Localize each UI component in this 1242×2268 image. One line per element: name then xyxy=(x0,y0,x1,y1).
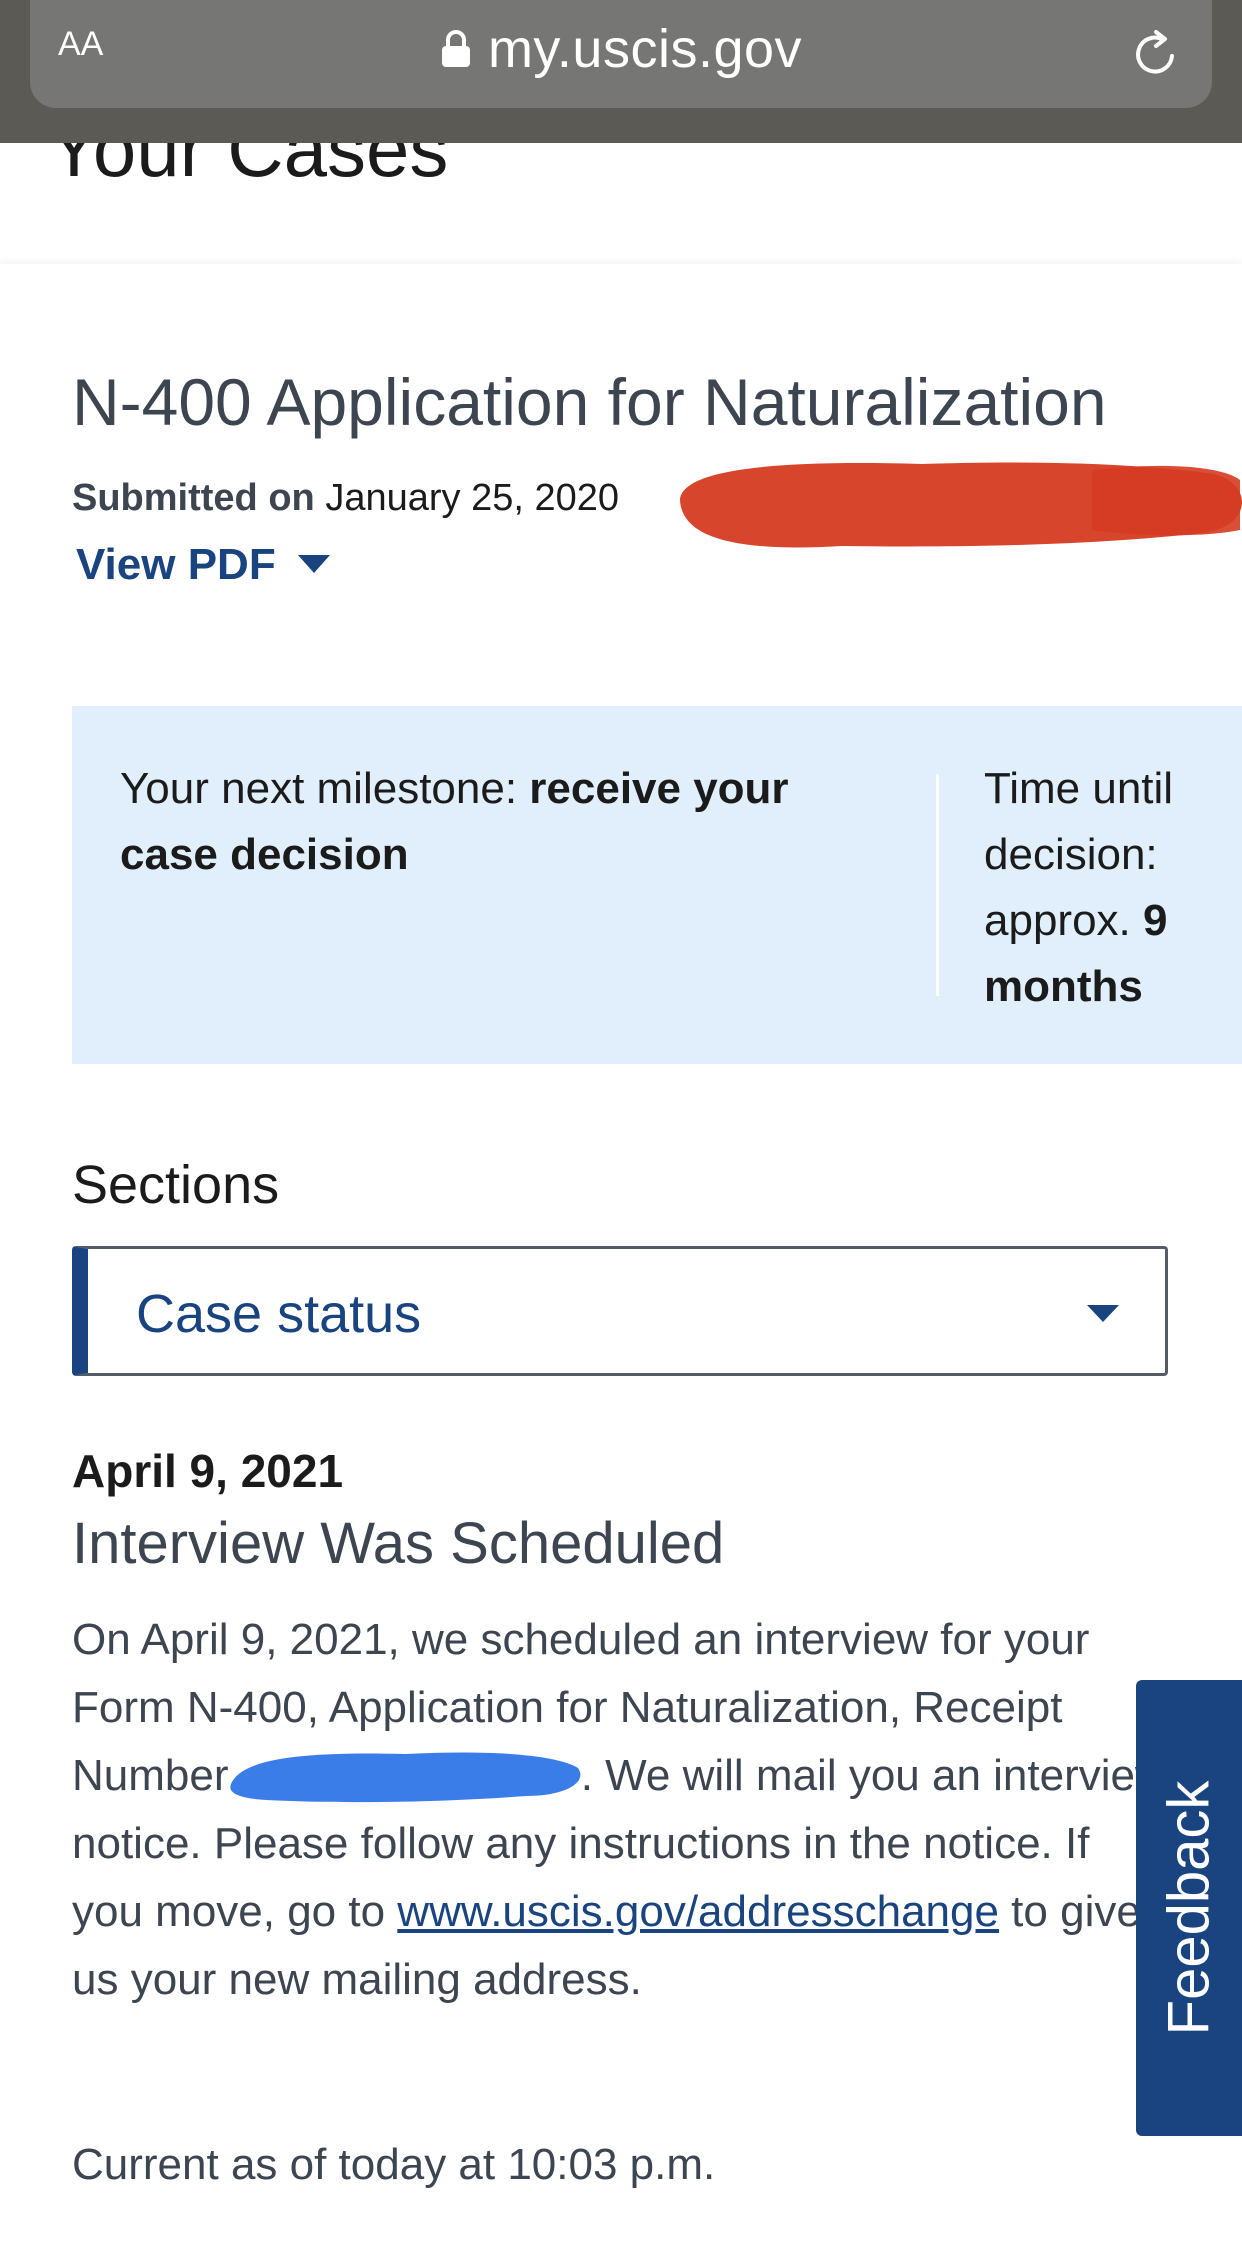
status-description: On April 9, 2021, we scheduled an interv… xyxy=(72,1606,1242,2014)
last-updated-text: Current as of today at 10:03 p.m. xyxy=(72,2140,716,2189)
view-pdf-button[interactable]: View PDF xyxy=(76,540,330,590)
time-until-decision: Time until decision: approx. 9 months xyxy=(984,756,1224,1020)
sections-dropdown[interactable]: Case status xyxy=(72,1246,1168,1376)
address-change-link[interactable]: www.uscis.gov/addresschange xyxy=(397,1887,999,1936)
milestone-divider xyxy=(936,774,939,996)
milestone-panel: Your next milestone: receive your case d… xyxy=(72,706,1242,1064)
next-milestone: Your next milestone: receive your case d… xyxy=(120,756,880,888)
status-line: Form N-400, Application for Naturalizati… xyxy=(72,1683,1063,1732)
sections-selected-value: Case status xyxy=(136,1284,422,1344)
browser-bar: AA my.uscis.gov xyxy=(0,0,1242,143)
caret-down-icon xyxy=(297,555,330,573)
status-line: us your new mailing address. xyxy=(72,1955,642,2004)
milestone-prefix: Your next milestone: xyxy=(120,764,530,813)
status-line: you move, go to www.uscis.gov/addresscha… xyxy=(72,1878,1242,1946)
redaction-mark xyxy=(680,462,1242,548)
url-text: my.uscis.gov xyxy=(487,19,803,79)
status-line: notice. Please follow any instructions i… xyxy=(72,1819,1090,1868)
sections-label: Sections xyxy=(72,1155,280,1215)
lock-icon xyxy=(441,30,470,67)
submitted-date: January 25, 2020 xyxy=(325,477,619,519)
status-text: Number xyxy=(72,1751,241,1800)
submitted-line: Submitted on January 25, 2020 xyxy=(72,477,619,520)
view-pdf-label: View PDF xyxy=(76,540,276,589)
status-title: Interview Was Scheduled xyxy=(72,1511,725,1576)
feedback-button[interactable]: Feedback xyxy=(1136,1680,1242,2136)
feedback-label: Feedback xyxy=(1156,1780,1222,2036)
case-card: N-400 Application for Naturalization Sub… xyxy=(0,264,1242,2268)
case-form-title: N-400 Application for Naturalization xyxy=(72,365,1107,439)
redaction-mark xyxy=(230,1752,581,1803)
address-bar[interactable]: AA my.uscis.gov xyxy=(30,0,1212,108)
status-date: April 9, 2021 xyxy=(72,1445,344,1497)
status-text: to give xyxy=(998,1887,1141,1936)
status-text: . We will mail you an interview xyxy=(580,1751,1167,1800)
status-line: On April 9, 2021, we scheduled an interv… xyxy=(72,1615,1090,1664)
chevron-down-icon xyxy=(1087,1305,1119,1322)
reload-icon[interactable] xyxy=(1128,26,1184,82)
status-text: you move, go to xyxy=(72,1887,398,1936)
url-display: my.uscis.gov xyxy=(30,18,1212,80)
submitted-label: Submitted on xyxy=(72,477,315,519)
